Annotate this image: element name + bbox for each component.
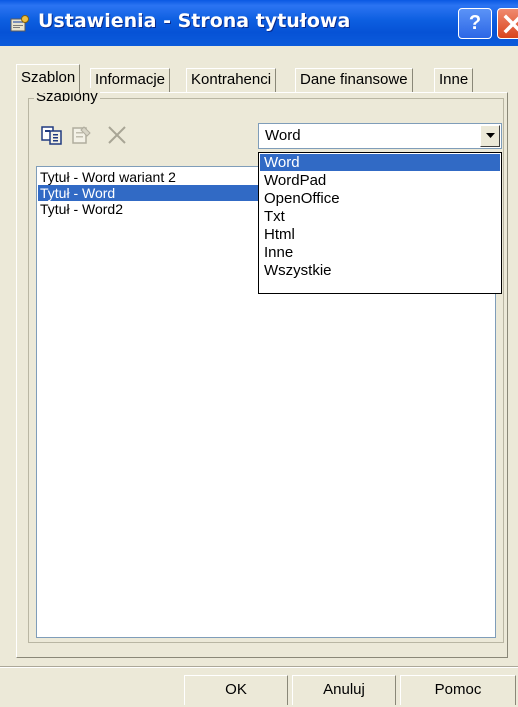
dropdown-option[interactable]: WordPad [260,172,500,189]
dropdown-option[interactable]: Html [260,226,500,243]
title-bar[interactable]: Ustawienia - Strona tytułowa ? [0,0,518,46]
dropdown-option[interactable]: Txt [260,208,500,225]
tab-szablon[interactable]: Szablon [16,64,81,93]
dialog-settings-icon [10,15,29,32]
title-help-button[interactable]: ? [458,8,492,39]
list-item[interactable]: Tytuł - Word [38,185,264,201]
cancel-button[interactable]: Anuluj [292,675,396,705]
close-icon [503,14,518,34]
tab-informacje[interactable]: Informacje [90,68,171,92]
dropdown-option[interactable]: Inne [260,244,500,261]
tab-inne[interactable]: Inne [434,68,474,92]
settings-dialog: Ustawienia - Strona tytułowa ? Szablon I… [0,0,518,707]
list-item[interactable]: Tytuł - Word2 [38,201,264,217]
ok-button[interactable]: OK [184,675,288,705]
delete-icon[interactable] [105,124,129,146]
format-combobox[interactable]: Word [258,123,502,149]
bottom-separator [0,666,518,668]
combobox-dropdown-button[interactable] [480,125,500,147]
copy-icon[interactable] [40,124,64,146]
dropdown-option[interactable]: OpenOffice [260,190,500,207]
window-title: Ustawienia - Strona tytułowa [38,10,351,32]
close-button[interactable] [497,8,518,39]
format-combobox-value: Word [265,127,301,144]
tab-kontrahenci[interactable]: Kontrahenci [186,68,277,92]
help-button[interactable]: Pomoc [400,675,516,705]
list-item[interactable]: Tytuł - Word wariant 2 [38,169,264,185]
properties-icon[interactable] [70,124,94,146]
tab-dane-finansowe[interactable]: Dane finansowe [295,68,413,92]
dropdown-option[interactable]: Word [260,154,500,171]
format-dropdown-list[interactable]: Word WordPad OpenOffice Txt Html Inne Ws… [258,152,502,294]
chevron-down-icon [486,133,495,138]
dropdown-option[interactable]: Wszystkie [260,262,500,279]
